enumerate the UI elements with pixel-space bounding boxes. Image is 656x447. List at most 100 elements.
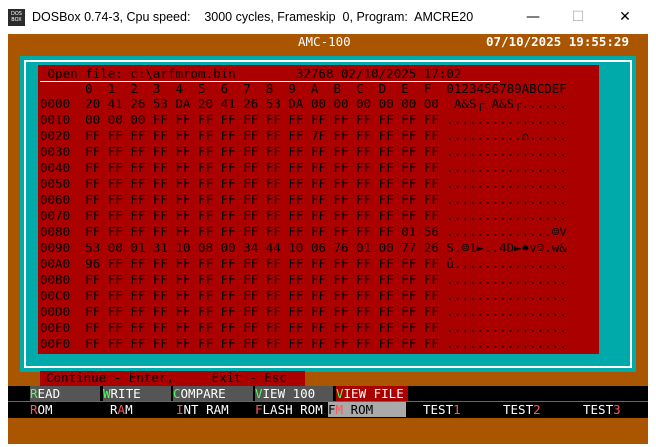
hex-row-offset: 0070 [40, 208, 71, 223]
hex-row-ascii: ................ [446, 304, 567, 319]
hex-row: 0000 20 41 26 53 DA 20 41 26 53 DA 00 00… [40, 96, 567, 112]
mode-menu-item[interactable]: TEST1 [423, 402, 501, 417]
hex-row-bytes: FF FF FF FF FF FF FF FF FF FF FF FF FF F… [85, 160, 439, 175]
hex-row: 0050 FF FF FF FF FF FF FF FF FF FF FF FF… [40, 176, 567, 192]
hex-row-offset: 00F0 [40, 336, 71, 351]
hex-row-ascii: ................ [446, 336, 567, 351]
mode-menu-item[interactable]: TEST2 [503, 402, 581, 417]
hex-row-offset: 0040 [40, 160, 71, 175]
mode-menu-item-label: R [110, 402, 118, 417]
title-bar[interactable]: DOS BOX DOSBox 0.74-3, Cpu speed: 3000 c… [0, 0, 656, 34]
hex-column-header: 0 1 2 3 4 5 6 7 8 9 A B C D E F 01234567… [40, 81, 567, 96]
dosbox-window: DOS BOX DOSBox 0.74-3, Cpu speed: 3000 c… [0, 0, 656, 447]
mode-menu-item-label: TEST [503, 402, 534, 417]
hex-row-ascii: ................ [446, 176, 567, 191]
hex-row-ascii: ................ [446, 320, 567, 335]
hex-row-offset: 0050 [40, 176, 71, 191]
hex-row-bytes: FF FF FF FF FF FF FF FF FF FF FF FF FF F… [85, 192, 439, 207]
hex-row-bytes: FF FF FF FF FF FF FF FF FF FF FF FF FF F… [85, 144, 439, 159]
hex-row-ascii: ................ [446, 112, 567, 127]
hex-row-offset: 0030 [40, 144, 71, 159]
mode-menu-item-hotkey: 1 [453, 402, 461, 417]
maximize-button[interactable]: ☐ [555, 0, 601, 34]
hex-row: 00C0 FF FF FF FF FF FF FF FF FF FF FF FF… [40, 288, 567, 304]
open-file-line: Open file: c:\arfmrom.bin 32768 02/10/20… [40, 65, 500, 82]
hex-row-offset: 0000 [40, 96, 71, 111]
function-menu-item-label: EAD [37, 386, 61, 401]
mode-menu-item[interactable]: RAM [110, 402, 174, 417]
hex-row-ascii: ................ [446, 208, 567, 223]
hex-row-ascii: A&S┌ A&S┌...... [446, 96, 567, 111]
hex-row-offset: 0010 [40, 112, 71, 127]
function-menu-item[interactable]: VIEW 100 [255, 386, 333, 401]
hex-row: 0070 FF FF FF FF FF FF FF FF FF FF FF FF… [40, 208, 567, 224]
hex-row: 0010 00 00 00 FF FF FF FF FF FF FF FF FF… [40, 112, 567, 128]
hex-row-ascii: ................ [446, 272, 567, 287]
function-menu-item-hotkey: R [30, 386, 38, 401]
mode-menu-item[interactable]: ROM [30, 402, 108, 417]
dos-screen[interactable]: AMC-100 07/10/2025 19:55:29 Open file: c… [8, 34, 648, 444]
hex-row-offset: 00C0 [40, 288, 71, 303]
mode-menu-item[interactable]: FLASH ROM [255, 402, 327, 417]
hex-row: 00A0 96 FF FF FF FF FF FF FF FF FF FF FF… [40, 256, 567, 272]
hex-row-bytes: FF FF FF FF FF FF FF FF FF FF FF FF FF F… [85, 288, 439, 303]
function-menu-item-hotkey: V [255, 386, 263, 401]
function-menu-item-label: OMPARE [180, 386, 226, 401]
function-menu-item-hotkey: V [336, 386, 344, 401]
close-button[interactable]: ✕ [602, 0, 648, 34]
hex-row-ascii: S.☺1►..4D►♠v☺.w& [446, 240, 567, 255]
mode-menu-item-label: TEST [583, 402, 614, 417]
hex-row: 0090 53 00 01 31 10 08 00 34 44 10 06 76… [40, 240, 567, 256]
hex-row-offset: 0080 [40, 224, 71, 239]
hex-dump: 0000 20 41 26 53 DA 20 41 26 53 DA 00 00… [40, 96, 567, 352]
function-menu-item-label: RITE [110, 386, 141, 401]
hex-row: 0040 FF FF FF FF FF FF FF FF FF FF FF FF… [40, 160, 567, 176]
hex-row-ascii: ..........⌂..... [446, 128, 567, 143]
mode-menu-item-hotkey: I [176, 402, 184, 417]
hex-row-bytes: FF FF FF FF FF FF FF FF FF FF FF FF FF F… [85, 320, 439, 335]
mode-menu: ROM RAM INT RAM FLASH ROM FM ROM TEST1 TEST2 TE… [8, 402, 648, 418]
mode-menu-item-label: ROM [343, 402, 374, 417]
function-menu-item[interactable]: READ [30, 386, 100, 401]
hex-row-bytes: FF FF FF FF FF FF FF FF FF FF 7F FF FF F… [85, 128, 439, 143]
hex-row-bytes: 00 00 00 FF FF FF FF FF FF FF FF FF FF F… [85, 112, 439, 127]
hex-row: 00F0 FF FF FF FF FF FF FF FF FF FF FF FF… [40, 336, 567, 352]
mode-menu-item[interactable]: TEST3 [583, 402, 645, 417]
mode-menu-item-label: M [125, 402, 133, 417]
hex-row-offset: 00B0 [40, 272, 71, 287]
hex-row-bytes: FF FF FF FF FF FF FF FF FF FF FF FF FF F… [85, 304, 439, 319]
hex-row-ascii: ................ [446, 192, 567, 207]
mode-menu-item-label: TEST [423, 402, 454, 417]
mode-menu-item-hotkey: M [335, 402, 344, 417]
hex-row-bytes: 96 FF FF FF FF FF FF FF FF FF FF FF FF F… [85, 256, 439, 271]
function-menu-item[interactable]: COMPARE [173, 386, 253, 401]
function-menu: READ WRITE COMPARE VIEW 100 VIEW FILE [8, 386, 648, 401]
mode-menu-item-label: LASH ROM [262, 402, 323, 417]
hex-row-bytes: 53 00 01 31 10 08 00 34 44 10 06 76 01 0… [85, 240, 439, 255]
hex-row-bytes: FF FF FF FF FF FF FF FF FF FF FF FF FF F… [85, 336, 439, 351]
function-menu-item-label: IEW FILE [343, 386, 404, 401]
hex-row-bytes: FF FF FF FF FF FF FF FF FF FF FF FF FF F… [85, 208, 439, 223]
program-title: AMC-100 [298, 34, 351, 49]
hex-row-offset: 00E0 [40, 320, 71, 335]
hex-row-offset: 0090 [40, 240, 71, 255]
minimize-button[interactable]: — [510, 0, 556, 34]
datetime-display: 07/10/2025 19:55:29 [486, 34, 629, 49]
hex-row-offset: 0060 [40, 192, 71, 207]
hex-row-bytes: FF FF FF FF FF FF FF FF FF FF FF FF FF F… [85, 272, 439, 287]
mode-menu-item[interactable]: INT RAM [176, 402, 254, 417]
function-menu-item[interactable]: WRITE [103, 386, 171, 401]
hex-row: 0060 FF FF FF FF FF FF FF FF FF FF FF FF… [40, 192, 567, 208]
hex-row-bytes: FF FF FF FF FF FF FF FF FF FF FF FF FF F… [85, 224, 439, 239]
hex-row: 00B0 FF FF FF FF FF FF FF FF FF FF FF FF… [40, 272, 567, 288]
mode-menu-item-label: OM [37, 402, 53, 417]
hex-row-ascii: û............... [446, 256, 567, 271]
hex-row-offset: 00A0 [40, 256, 71, 271]
dosbox-app-icon[interactable]: DOS BOX [8, 9, 25, 26]
hex-row-ascii: ..............☺V [446, 224, 567, 239]
mode-menu-item[interactable]: FM ROM [328, 402, 406, 417]
mode-menu-item-label: NT RAM [183, 402, 229, 417]
mode-menu-item-hotkey: R [30, 402, 38, 417]
hex-row-bytes: 20 41 26 53 DA 20 41 26 53 DA 00 00 00 0… [85, 96, 439, 111]
function-menu-item[interactable]: VIEW FILE [336, 386, 408, 401]
